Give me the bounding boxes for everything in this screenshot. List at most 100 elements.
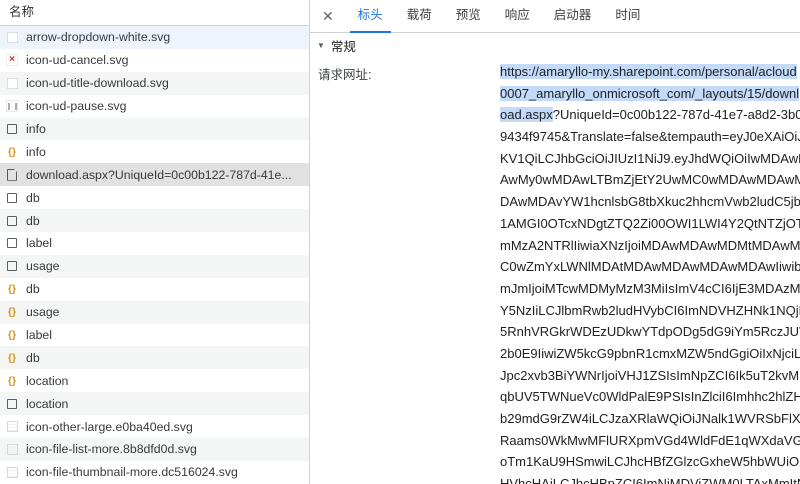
table-row[interactable]: info <box>0 118 309 141</box>
tab-预览[interactable]: 预览 <box>448 0 489 33</box>
request-url-line: oad.aspx?UniqueId=0c00b122-787d-41e7-a8d… <box>500 104 800 126</box>
table-row[interactable]: icon-file-thumbnail-more.dc516024.svg <box>0 461 309 484</box>
table-row[interactable]: {} db <box>0 346 309 369</box>
request-url-line: 0007_amaryllo_onmicrosoft_com/_layouts/1… <box>500 83 800 105</box>
request-name: usage <box>26 259 60 273</box>
request-name: icon-ud-title-download.svg <box>26 76 169 90</box>
request-details-pane: ✕ 标头载荷预览响应启动器时间 ▼ 常规 请求网址: https://amary… <box>310 0 800 484</box>
request-url-value[interactable]: https://amaryllo-my.sharepoint.com/perso… <box>500 61 800 484</box>
request-url-line: mJmIjoiMTcwMDMyMzM3MiIsImV4cCI6IjE3MDAzM… <box>500 278 800 300</box>
pause-icon <box>6 100 18 112</box>
close-icon[interactable]: ✕ <box>322 9 334 23</box>
table-row[interactable]: db <box>0 186 309 209</box>
name-column-header[interactable]: 名称 <box>0 0 309 26</box>
table-row[interactable]: {} location <box>0 369 309 392</box>
request-url-line: 2b0E9IiwiZW5kcG9pbnR1cmxMZW5ndGgiOiIxNjc… <box>500 343 800 365</box>
request-name: info <box>26 122 46 136</box>
table-row[interactable]: location <box>0 392 309 415</box>
tab-响应[interactable]: 响应 <box>497 0 538 33</box>
request-url-label: 请求网址: <box>318 61 500 484</box>
request-url-line: https://amaryllo-my.sharepoint.com/perso… <box>500 61 800 83</box>
request-url-line: 9434f9745&Translate=false&tempauth=eyJ0e… <box>500 126 800 148</box>
url-text: Raams0WkMwMFlURXpmVGd4WldFdE1qWXdaVGR <box>500 433 800 448</box>
table-row[interactable]: icon-file-list-more.8b8dfd0d.svg <box>0 438 309 461</box>
url-text: 1AMGI0OTcxNDgtZTQ2Zi00OWI1LWI4Y2QtNTZjOT… <box>500 216 800 231</box>
table-row[interactable]: db <box>0 209 309 232</box>
selected-url-text: 0007_amaryllo_onmicrosoft_com/_layouts/1… <box>500 86 799 101</box>
url-text: ?UniqueId=0c00b122-787d-41e7-a8d2-3b0 <box>553 107 800 122</box>
request-url-line: Raams0WkMwMFlURXpmVGd4WldFdE1qWXdaVGR <box>500 430 800 452</box>
request-url-line: mMzA2NTRlIiwiaXNzIjoiMDAwMDAwMDMtMDAwM <box>500 235 800 257</box>
request-url-line: HVhcHAiLCJhcHBpZCI6ImNiMDViZWM0LTAxMmItN <box>500 473 800 484</box>
request-name: db <box>26 282 40 296</box>
table-row[interactable]: label <box>0 232 309 255</box>
url-text: mJmIjoiMTcwMDMyMzM3MiIsImV4cCI6IjE3MDAzM… <box>500 281 800 296</box>
table-row[interactable]: usage <box>0 255 309 278</box>
table-row[interactable]: icon-other-large.e0ba40ed.svg <box>0 415 309 438</box>
file-thumbnail-icon <box>6 77 18 89</box>
network-request-list: 名称 arrow-dropdown-white.svg × icon-ud-ca… <box>0 0 310 484</box>
document-icon <box>6 192 18 204</box>
url-text: DAwMDAvYW1hcnlsbG8tbXkuc2hhcmVwb2ludC5jb… <box>500 194 800 209</box>
request-name: db <box>26 214 40 228</box>
url-text: Y5NzIiLCJlbmRwb2ludHVybCI6ImNDVHZHNk1NQj… <box>500 303 800 318</box>
table-row[interactable]: icon-ud-title-download.svg <box>0 72 309 95</box>
url-text: 5RnhVRGkrWDEzUDkwYTdpODg5dG9iYm5RczJUWlh <box>500 324 800 339</box>
table-row[interactable]: {} info <box>0 140 309 163</box>
image-thumbnail-icon <box>6 443 18 455</box>
url-text: 2b0E9IiwiZW5kcG9pbnR1cmxMZW5ndGgiOiIxNjc… <box>500 346 800 361</box>
tab-标头[interactable]: 标头 <box>350 0 391 33</box>
general-section-header[interactable]: ▼ 常规 <box>310 33 800 58</box>
request-url-line: 5RnhVRGkrWDEzUDkwYTdpODg5dG9iYm5RczJUWlh <box>500 321 800 343</box>
file-thumbnail-icon <box>6 31 18 43</box>
request-name: icon-other-large.e0ba40ed.svg <box>26 420 193 434</box>
request-name: icon-ud-pause.svg <box>26 99 126 113</box>
url-text: KV1QiLCJhbGciOiJIUzI1NiJ9.eyJhdWQiOiIwMD… <box>500 151 800 166</box>
request-url-line: C0wZmYxLWNlMDAtMDAwMDAwMDAwMDAwIiwib <box>500 256 800 278</box>
document-icon <box>6 398 18 410</box>
request-url-line: AwMy0wMDAwLTBmZjEtY2UwMC0wMDAwMDAwM <box>500 169 800 191</box>
page-icon <box>6 169 18 181</box>
request-name: icon-file-thumbnail-more.dc516024.svg <box>26 465 238 479</box>
document-icon <box>6 215 18 227</box>
details-tabs: 标头载荷预览响应启动器时间 <box>346 0 653 33</box>
chevron-down-icon: ▼ <box>317 41 325 50</box>
table-row[interactable]: {} label <box>0 324 309 347</box>
table-row[interactable]: {} db <box>0 278 309 301</box>
request-name: db <box>26 351 40 365</box>
request-url-line: KV1QiLCJhbGciOiJIUzI1NiJ9.eyJhdWQiOiIwMD… <box>500 148 800 170</box>
request-url-line: qbUV5TWNueVc0WldPalE9PSIsInZlciI6Imhhc2h… <box>500 386 800 408</box>
table-row[interactable]: download.aspx?UniqueId=0c00b122-787d-41e… <box>0 163 309 186</box>
tab-时间[interactable]: 时间 <box>607 0 648 33</box>
request-name: icon-file-list-more.8b8dfd0d.svg <box>26 442 197 456</box>
request-url-line: DAwMDAvYW1hcnlsbG8tbXkuc2hhcmVwb2ludC5jb… <box>500 191 800 213</box>
table-row[interactable]: × icon-ud-cancel.svg <box>0 49 309 72</box>
request-url-line: Y5NzIiLCJlbmRwb2ludHVybCI6ImNDVHZHNk1NQj… <box>500 300 800 322</box>
url-text: AwMy0wMDAwLTBmZjEtY2UwMC0wMDAwMDAwM <box>500 172 800 187</box>
request-url-line: b29mdG9rZW4iLCJzaXRlaWQiOiJNalk1WVRSbFlX… <box>500 408 800 430</box>
request-url-row: 请求网址: https://amaryllo-my.sharepoint.com… <box>310 58 800 484</box>
json-braces-icon: {} <box>6 329 18 341</box>
general-section-title: 常规 <box>331 36 356 55</box>
request-name: location <box>26 374 68 388</box>
request-name: download.aspx?UniqueId=0c00b122-787d-41e… <box>26 168 292 182</box>
url-text: Jpc2xvb3BiYWNrIjoiVHJ1ZSIsImNpZCI6Ik5uT2… <box>500 368 800 383</box>
tab-载荷[interactable]: 载荷 <box>399 0 440 33</box>
tab-启动器[interactable]: 启动器 <box>546 0 600 33</box>
request-rows: arrow-dropdown-white.svg × icon-ud-cance… <box>0 26 309 484</box>
selected-url-text: https://amaryllo-my.sharepoint.com/perso… <box>500 64 797 79</box>
url-text: b29mdG9rZW4iLCJzaXRlaWQiOiJNalk1WVRSbFlX… <box>500 411 800 426</box>
table-row[interactable]: arrow-dropdown-white.svg <box>0 26 309 49</box>
json-braces-icon: {} <box>6 375 18 387</box>
document-icon <box>6 237 18 249</box>
url-text: HVhcHAiLCJhcHBpZCI6ImNiMDViZWM0LTAxMmItN <box>500 476 800 484</box>
document-icon <box>6 123 18 135</box>
table-row[interactable]: {} usage <box>0 301 309 324</box>
devtools-network-panel: 名称 arrow-dropdown-white.svg × icon-ud-ca… <box>0 0 800 484</box>
request-url-line: 1AMGI0OTcxNDgtZTQ2Zi00OWI1LWI4Y2QtNTZjOT… <box>500 213 800 235</box>
json-braces-icon: {} <box>6 306 18 318</box>
request-url-line: oTm1KaU9HSmwiLCJhcHBfZGlzcGxheW5hbWUiOiJ… <box>500 451 800 473</box>
url-text: oTm1KaU9HSmwiLCJhcHBfZGlzcGxheW5hbWUiOiJ… <box>500 454 800 469</box>
table-row[interactable]: icon-ud-pause.svg <box>0 95 309 118</box>
request-name: label <box>26 236 52 250</box>
